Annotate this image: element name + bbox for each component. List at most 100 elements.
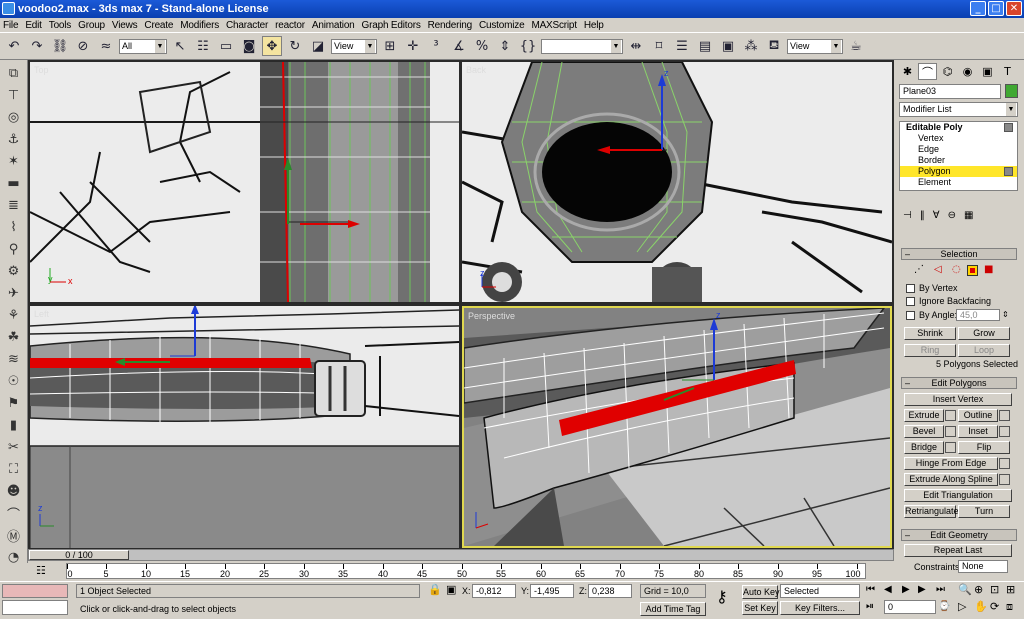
close-button[interactable]: ✕: [1006, 1, 1022, 16]
extrude-along-spline-button[interactable]: Extrude Along Spline: [904, 473, 998, 486]
menu-reactor[interactable]: reactor: [275, 20, 305, 31]
tool-21-icon[interactable]: ⌒: [3, 504, 25, 523]
render-type-dropdown[interactable]: View: [787, 38, 843, 54]
zoom-extents-all-icon[interactable]: ⊞: [1006, 583, 1015, 597]
maxscript-input-mini[interactable]: [2, 600, 68, 615]
select-by-name-icon[interactable]: ☷: [193, 36, 213, 56]
lock-selection-icon[interactable]: 🔒: [428, 583, 442, 597]
border-level-icon[interactable]: ◌: [952, 263, 961, 277]
play-icon[interactable]: ▶: [902, 583, 910, 597]
angle-snap-icon[interactable]: ∡: [449, 36, 469, 56]
tool-10-icon[interactable]: ⚙: [3, 262, 25, 281]
ring-button[interactable]: Ring: [904, 344, 956, 357]
vertex-level-icon[interactable]: ⋰: [914, 263, 924, 277]
named-selection-sets-dropdown[interactable]: [541, 38, 623, 54]
menu-customize[interactable]: Customize: [479, 20, 525, 31]
loop-button[interactable]: Loop: [958, 344, 1010, 357]
tool-19-icon[interactable]: ⛶: [3, 460, 25, 479]
current-frame-field[interactable]: 0: [884, 600, 936, 614]
outline-settings-icon[interactable]: [999, 410, 1010, 421]
tool-7-icon[interactable]: ≣: [3, 196, 25, 215]
stack-item-vertex[interactable]: Vertex: [900, 133, 1017, 144]
stack-item-polygon[interactable]: Polygon: [900, 166, 1017, 177]
manipulate-icon[interactable]: ✛: [403, 36, 423, 56]
align-icon[interactable]: ⌑: [649, 36, 669, 56]
move-icon[interactable]: ✥: [262, 36, 282, 56]
motion-tab-icon[interactable]: ◉: [958, 63, 977, 80]
time-slider[interactable]: 0 / 100: [29, 550, 129, 560]
maxscript-listener-mini[interactable]: [2, 584, 68, 598]
undo-icon[interactable]: ↶: [4, 36, 24, 56]
tool-5-icon[interactable]: ✶: [3, 152, 25, 171]
add-time-tag-button[interactable]: Add Time Tag: [640, 602, 706, 616]
pin-stack-icon[interactable]: ⊣: [903, 210, 912, 221]
viewport-label-back[interactable]: Back: [466, 65, 486, 75]
inset-settings-icon[interactable]: [999, 426, 1010, 437]
extrude-button[interactable]: Extrude: [904, 409, 944, 422]
menu-group[interactable]: Group: [78, 20, 105, 31]
edit-polygons-rollout-header[interactable]: Edit Polygons: [901, 377, 1017, 389]
menu-animation[interactable]: Animation: [312, 20, 355, 31]
remove-modifier-icon[interactable]: ⊖: [948, 210, 956, 221]
link-icon[interactable]: ⛓: [50, 36, 70, 56]
scale-icon[interactable]: ◪: [308, 36, 328, 56]
edit-triangulation-button[interactable]: Edit Triangulation: [904, 489, 1012, 502]
by-angle-checkbox[interactable]: [906, 311, 915, 320]
reference-coord-dropdown[interactable]: View: [331, 38, 377, 54]
layer-manager-icon[interactable]: ☰: [672, 36, 692, 56]
rotate-icon[interactable]: ↻: [285, 36, 305, 56]
viewport-label-top[interactable]: Top: [34, 65, 49, 75]
viewport-top[interactable]: y x Top: [30, 62, 459, 302]
zoom-all-icon[interactable]: ⊕: [974, 583, 983, 597]
tool-4-icon[interactable]: ⚓: [3, 130, 25, 149]
key-mode-toggle-icon[interactable]: ⏯: [866, 600, 874, 614]
tool-8-icon[interactable]: ⌇: [3, 218, 25, 237]
maximize-viewport-icon[interactable]: ⧈: [1006, 600, 1013, 614]
tool-17-icon[interactable]: ▮: [3, 416, 25, 435]
tool-12-icon[interactable]: ⚘: [3, 306, 25, 325]
bevel-settings-icon[interactable]: [945, 426, 956, 437]
menu-file[interactable]: File: [3, 20, 19, 31]
viewport-perspective[interactable]: z Perspective: [462, 306, 892, 548]
angle-field[interactable]: 45,0: [956, 309, 1000, 321]
menu-help[interactable]: Help: [584, 20, 604, 31]
by-vertex-checkbox[interactable]: [906, 284, 915, 293]
shrink-button[interactable]: Shrink: [904, 327, 956, 340]
absolute-mode-icon[interactable]: ▣: [446, 583, 456, 597]
retriangulate-button[interactable]: Retriangulate: [904, 505, 959, 518]
key-icon[interactable]: ⚷: [716, 589, 728, 605]
bind-space-warp-icon[interactable]: ≈: [96, 36, 116, 56]
grow-button[interactable]: Grow: [958, 327, 1010, 340]
menu-modifiers[interactable]: Modifiers: [180, 20, 219, 31]
key-mode-dropdown[interactable]: Selected: [780, 584, 860, 598]
track-view-icon[interactable]: ☷: [36, 564, 46, 578]
x-coordinate-field[interactable]: -0,812: [472, 584, 516, 598]
time-slider-track[interactable]: 0 / 100: [28, 549, 894, 561]
key-filters-button[interactable]: Key Filters...: [780, 601, 860, 615]
constraints-dropdown[interactable]: None: [958, 560, 1008, 573]
menu-rendering[interactable]: Rendering: [428, 20, 473, 31]
material-editor-icon[interactable]: ⁂: [741, 36, 761, 56]
display-tab-icon[interactable]: ▣: [978, 63, 997, 80]
tool-9-icon[interactable]: ⚲: [3, 240, 25, 259]
go-to-end-icon[interactable]: ⏭: [936, 583, 945, 597]
go-to-start-icon[interactable]: ⏮: [866, 583, 875, 597]
menu-character[interactable]: Character: [226, 20, 268, 31]
menu-graph-editors[interactable]: Graph Editors: [362, 20, 421, 31]
menu-views[interactable]: Views: [112, 20, 138, 31]
modify-tab-icon[interactable]: ⌒: [918, 63, 937, 80]
window-crossing-icon[interactable]: ◙: [239, 36, 259, 56]
next-frame-icon[interactable]: ▶: [918, 583, 926, 597]
menu-tools[interactable]: Tools: [49, 20, 72, 31]
show-end-result-icon[interactable]: ‖: [920, 210, 925, 221]
spinner-snap-icon[interactable]: ⇕: [495, 36, 515, 56]
curve-editor-icon[interactable]: ▤: [695, 36, 715, 56]
tool-13-icon[interactable]: ☘: [3, 328, 25, 347]
turn-button[interactable]: Turn: [958, 505, 1010, 518]
zoom-extents-icon[interactable]: ⊡: [990, 583, 999, 597]
select-object-icon[interactable]: ↖: [170, 36, 190, 56]
configure-sets-icon[interactable]: ▦: [964, 210, 973, 221]
viewport-label-left[interactable]: Left: [34, 309, 49, 319]
rect-selection-icon[interactable]: ▭: [216, 36, 236, 56]
auto-key-button[interactable]: Auto Key: [742, 585, 780, 599]
